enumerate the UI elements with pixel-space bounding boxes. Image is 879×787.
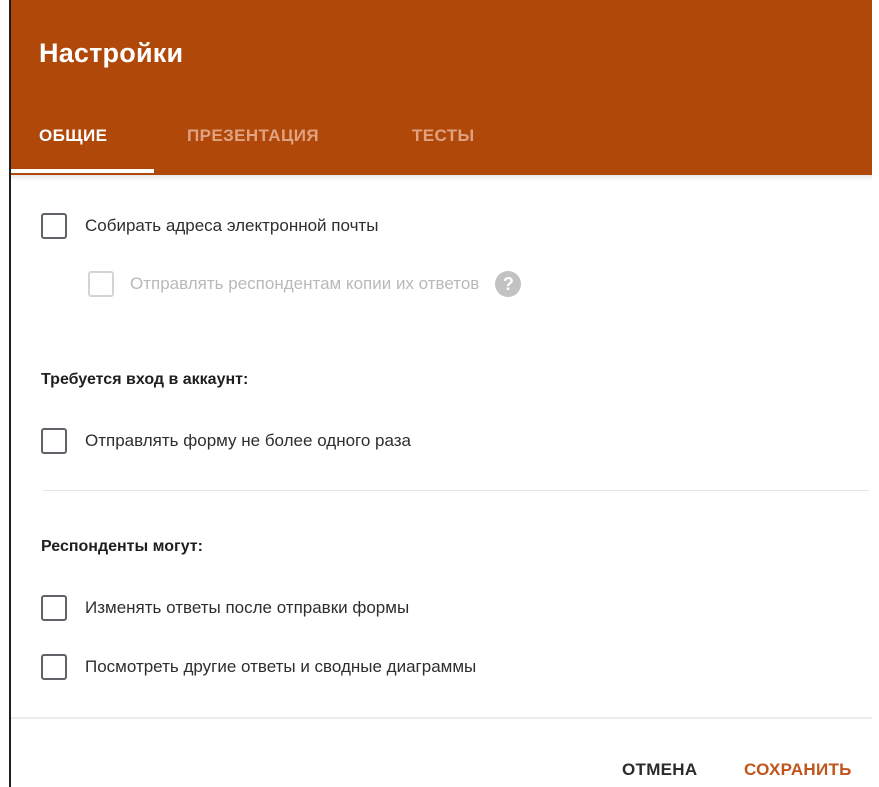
footer-divider bbox=[11, 717, 872, 719]
limit-one-response-checkbox[interactable] bbox=[41, 428, 67, 454]
tab-general[interactable]: ОБЩИЕ bbox=[39, 126, 107, 146]
edit-after-submit-checkbox[interactable] bbox=[41, 595, 67, 621]
settings-dialog: Настройки ОБЩИЕ ПРЕЗЕНТАЦИЯ ТЕСТЫ Собира… bbox=[9, 0, 879, 787]
option-edit-after-submit[interactable]: Изменять ответы после отправки формы bbox=[41, 590, 409, 626]
respondents-can-heading: Респонденты могут: bbox=[41, 538, 203, 555]
see-summary-charts-label: Посмотреть другие ответы и сводные диагр… bbox=[85, 657, 477, 676]
collect-emails-label: Собирать адреса электронной почты bbox=[85, 216, 379, 235]
edit-after-submit-label: Изменять ответы после отправки формы bbox=[85, 598, 410, 617]
see-summary-charts-checkbox[interactable] bbox=[41, 654, 67, 680]
tab-quizzes[interactable]: ТЕСТЫ bbox=[412, 126, 475, 146]
tab-presentation[interactable]: ПРЕЗЕНТАЦИЯ bbox=[187, 126, 319, 146]
header-shadow bbox=[11, 175, 872, 181]
left-margin bbox=[0, 0, 9, 787]
option-see-summary-charts[interactable]: Посмотреть другие ответы и сводные диагр… bbox=[41, 649, 476, 685]
dialog-title: Настройки bbox=[39, 38, 184, 68]
limit-one-response-label: Отправлять форму не более одного раза bbox=[85, 431, 412, 450]
option-send-copies: Отправлять респондентам копии их ответов… bbox=[88, 266, 522, 302]
dialog-header: Настройки ОБЩИЕ ПРЕЗЕНТАЦИЯ ТЕСТЫ bbox=[11, 0, 872, 175]
help-circle-icon[interactable]: ? bbox=[495, 271, 522, 297]
save-button[interactable]: СОХРАНИТЬ bbox=[744, 760, 852, 780]
send-copies-label: Отправлять респондентам копии их ответов bbox=[130, 274, 480, 293]
active-tab-indicator bbox=[11, 169, 154, 173]
option-collect-emails[interactable]: Собирать адреса электронной почты bbox=[41, 208, 378, 244]
collect-emails-checkbox[interactable] bbox=[41, 213, 67, 239]
cancel-button[interactable]: ОТМЕНА bbox=[622, 760, 697, 780]
send-copies-checkbox bbox=[88, 271, 114, 297]
login-required-heading: Требуется вход в аккаунт: bbox=[41, 371, 249, 388]
section-divider bbox=[43, 490, 869, 491]
option-limit-one-response[interactable]: Отправлять форму не более одного раза bbox=[41, 423, 411, 459]
